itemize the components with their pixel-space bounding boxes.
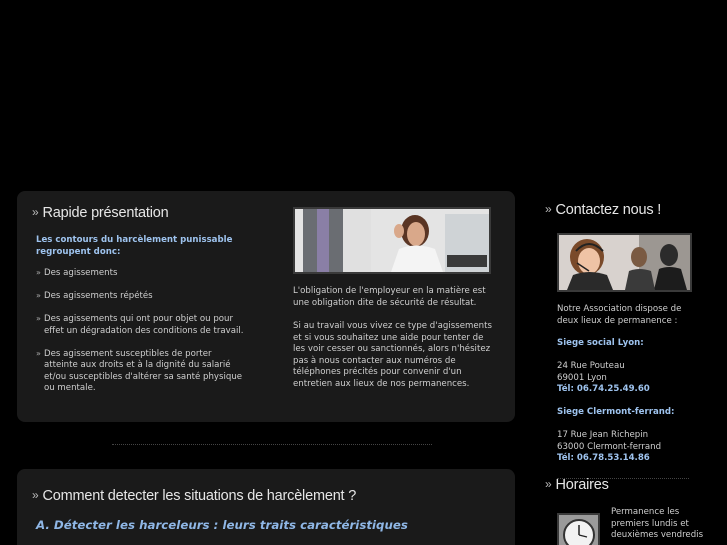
clermont-title: Siege Clermont-ferrand:	[557, 407, 675, 417]
presentation-heading: » Rapide présentation	[32, 205, 169, 221]
detection-panel	[17, 469, 515, 545]
bullet-icon: »	[36, 314, 41, 323]
clermont-street: 17 Rue Jean Richepin	[557, 430, 649, 440]
raquo-icon: »	[32, 205, 39, 219]
lyon-title: Siege social Lyon:	[557, 338, 644, 348]
lyon-street: 24 Rue Pouteau	[557, 361, 625, 371]
help-offer-text: Si au travail vous vivez ce type d'agiss…	[293, 321, 492, 389]
clermont-city: 63000 Clermont-ferrand	[557, 442, 662, 452]
list-item: » Des agissement susceptibles de porter a…	[36, 348, 243, 394]
list-item: » Des agissements	[36, 268, 118, 278]
raquo-icon: »	[545, 477, 552, 491]
presentation-intro: Les contours du harcèlement punissable r…	[36, 235, 233, 257]
raquo-icon: »	[32, 488, 39, 502]
employer-obligation-text: L'obligation de l'employeur en la matièr…	[293, 286, 486, 308]
bullet-icon: »	[36, 348, 41, 358]
bullet-icon: »	[36, 268, 41, 277]
list-item: » Des agissements qui ont pour objet ou p…	[36, 314, 244, 336]
raquo-icon: »	[545, 202, 552, 216]
contact-heading: » Contactez nous !	[545, 202, 662, 218]
horaires-heading: » Horaires	[545, 477, 609, 493]
lyon-city: 69001 Lyon	[557, 373, 607, 383]
contact-intro: Notre Association dispose de deux lieux …	[557, 304, 682, 326]
detect-harassers-subtitle: A. Détecter les harceleurs : leurs trait…	[36, 518, 408, 532]
list-item: » Des agissements répétés	[36, 291, 153, 301]
lyon-phone[interactable]: Tél: 06.74.25.49.60	[557, 384, 650, 396]
clermont-phone[interactable]: Tél: 06.78.53.14.86	[557, 453, 650, 465]
clock-photo	[557, 513, 600, 545]
detection-heading: » Comment detecter les situations de harc…	[32, 488, 357, 504]
stressed-employee-photo	[293, 207, 491, 274]
horaires-text: Permanence les premiers lundis et deuxiè…	[611, 507, 704, 540]
harassment-criteria-list: » Des agissements » Des agissements répété…	[36, 268, 246, 406]
dotted-divider	[112, 444, 432, 445]
bullet-icon: »	[36, 291, 41, 300]
call-center-photo	[557, 233, 692, 292]
